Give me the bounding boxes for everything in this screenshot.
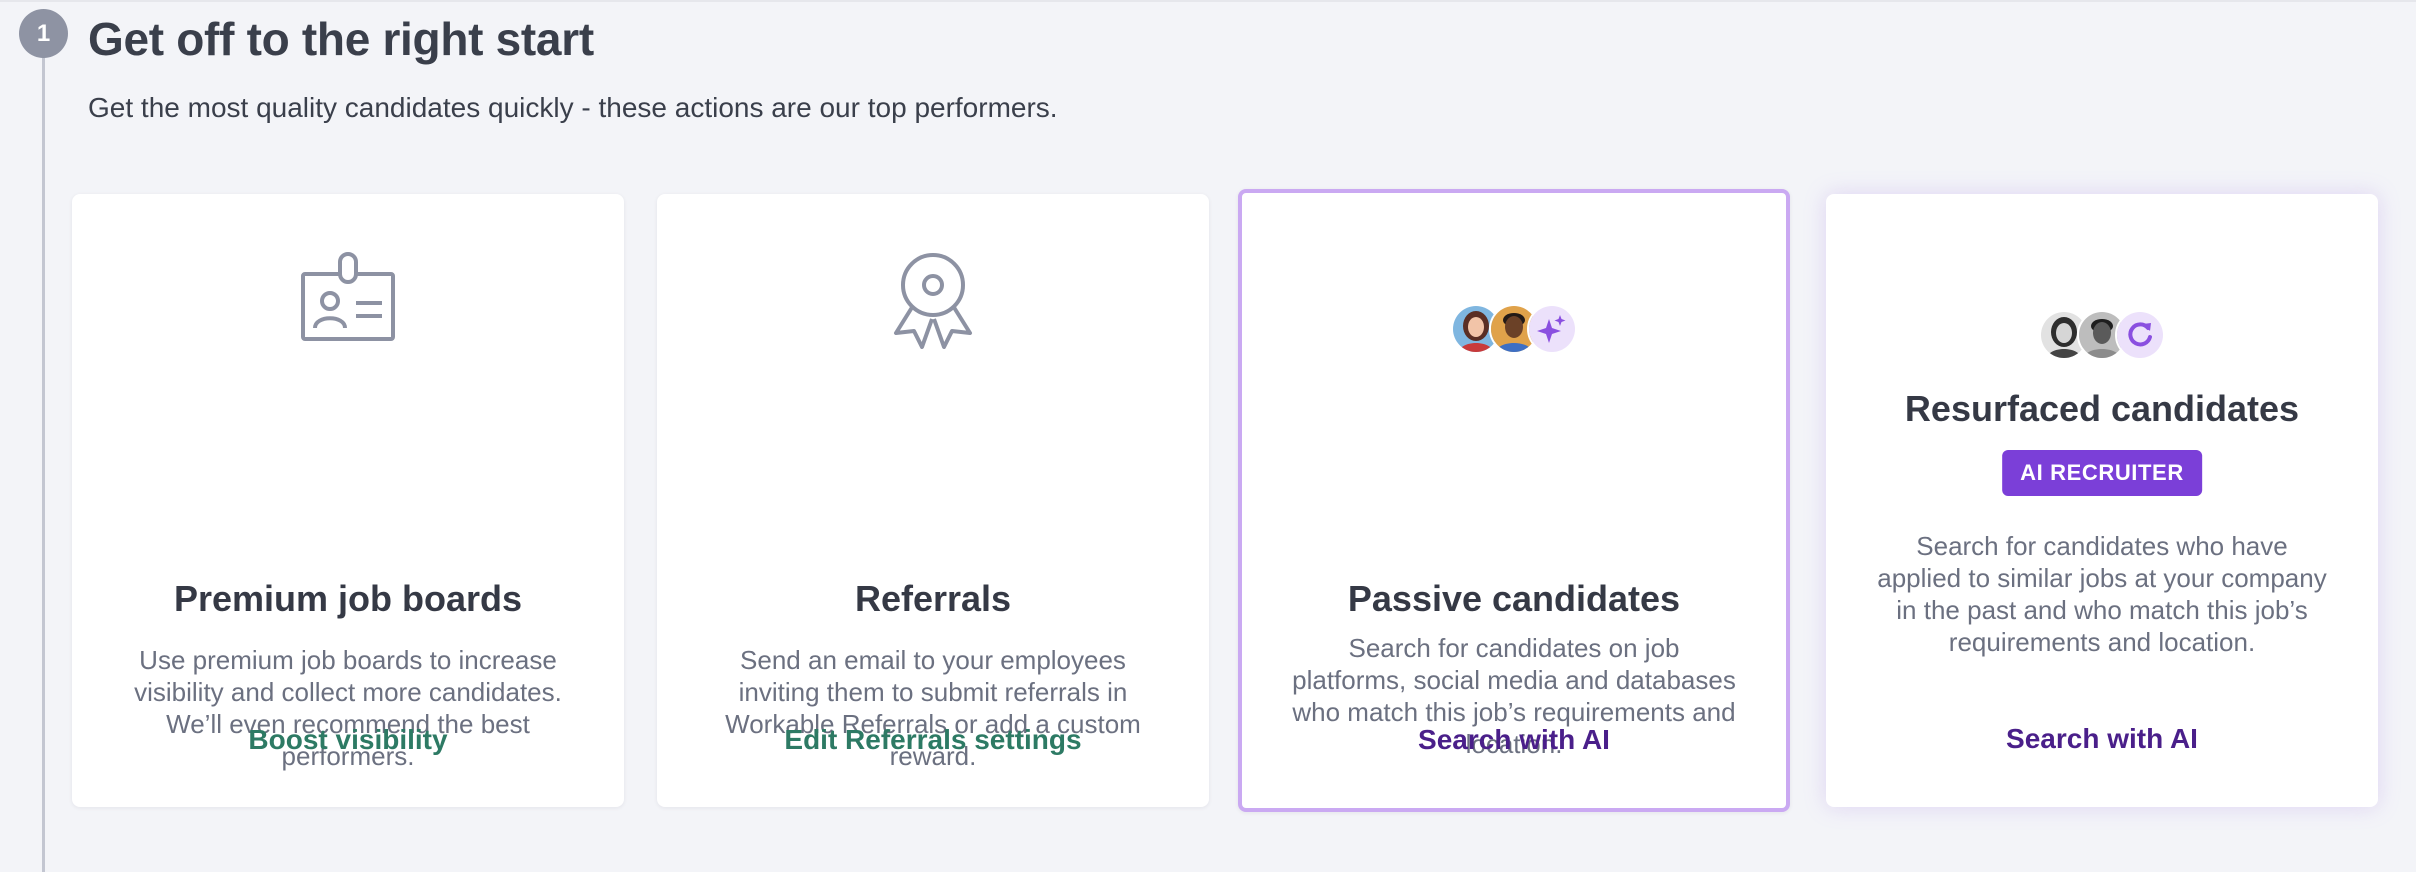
search-with-ai-button[interactable]: Search with AI [1262, 724, 1766, 756]
card-title: Referrals [854, 578, 1012, 619]
card-title: Passive candidates [1347, 578, 1681, 619]
card-passive-candidates: Passive candidates Search for candidates… [1238, 189, 1790, 812]
id-badge-icon [72, 244, 624, 354]
card-description: Search for candidates who have applied t… [1877, 531, 2327, 657]
section-subtitle: Get the most quality candidates quickly … [88, 92, 1058, 123]
sparkle-icon [1527, 304, 1577, 354]
edit-referrals-settings-link[interactable]: Edit Referrals settings [677, 724, 1189, 756]
card-title: Resurfaced candidates [1904, 388, 2300, 429]
card-resurfaced-candidates: Resurfaced candidates AI RECRUITER Searc… [1826, 194, 2378, 807]
candidate-avatars-sparkle-icon [1242, 274, 1786, 384]
refresh-icon [2115, 310, 2165, 360]
card-referrals: Referrals Send an email to your employee… [657, 194, 1209, 807]
card-premium-job-boards: Premium job boards Use premium job board… [72, 194, 624, 807]
candidate-avatars-refresh-icon [1826, 280, 2378, 390]
search-with-ai-button[interactable]: Search with AI [1846, 723, 2358, 755]
ai-recruiter-badge: AI RECRUITER [2002, 450, 2202, 496]
boost-visibility-link[interactable]: Boost visibility [92, 724, 604, 756]
award-ribbon-icon [657, 244, 1209, 354]
top-divider [0, 0, 2416, 2]
section-title: Get off to the right start [88, 13, 594, 65]
step-number-badge: 1 [19, 9, 68, 58]
card-title: Premium job boards [173, 578, 523, 619]
timeline-line [42, 40, 45, 872]
